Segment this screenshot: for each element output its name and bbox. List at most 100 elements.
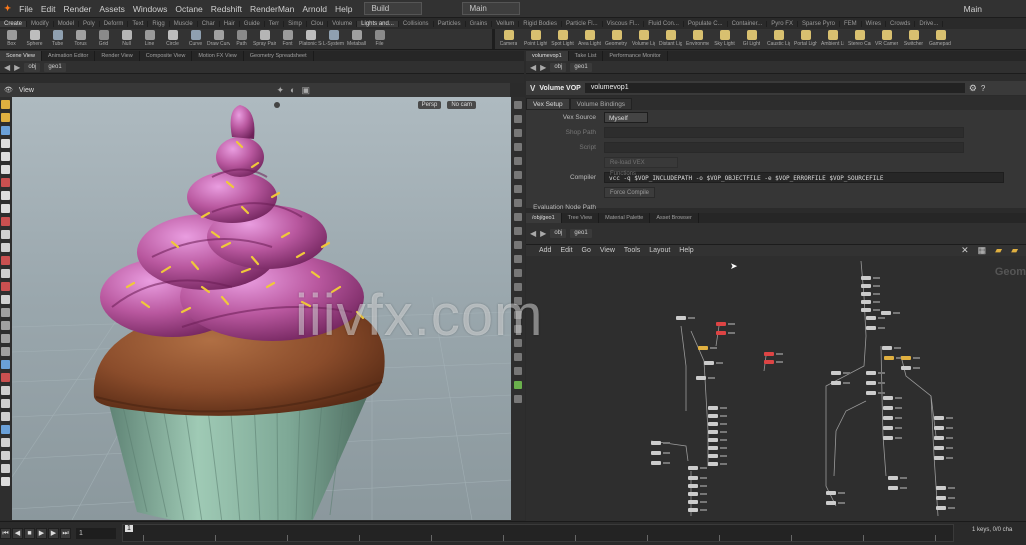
- menu-redshift[interactable]: Redshift: [207, 4, 246, 14]
- network-node[interactable]: [901, 356, 911, 360]
- viewport-tool-icon-25[interactable]: [1, 425, 10, 434]
- network-node[interactable]: [883, 426, 893, 430]
- shelf-tool-9[interactable]: Draw Curve: [207, 29, 230, 49]
- viewport-tool-icon-7[interactable]: [1, 191, 10, 200]
- path-obj[interactable]: obj: [24, 62, 41, 72]
- network-node[interactable]: [688, 500, 698, 504]
- left-tab-0[interactable]: Scene View: [0, 51, 42, 61]
- shelf-tab-16[interactable]: Collisions: [399, 20, 434, 27]
- shelf-tab-30[interactable]: Crowds: [886, 20, 916, 27]
- forward-arrow-icon[interactable]: ▶: [14, 63, 20, 72]
- network-node[interactable]: [708, 430, 718, 434]
- light-tool-2[interactable]: Spot Light: [549, 29, 576, 49]
- shelf-tool-14[interactable]: L-System: [322, 29, 345, 49]
- light-tool-12[interactable]: Ambient Light: [819, 29, 846, 49]
- network-node[interactable]: [651, 441, 661, 445]
- shelf-tool-10[interactable]: Path: [230, 29, 253, 49]
- viewport-tool-icon-18[interactable]: [1, 334, 10, 343]
- viewport-tool-icon-27[interactable]: [1, 451, 10, 460]
- network-node[interactable]: [688, 508, 698, 512]
- shelf-tool-2[interactable]: Tube: [46, 29, 69, 49]
- viewport-tool-icon-10[interactable]: [1, 230, 10, 239]
- menu-renderman[interactable]: RenderMan: [246, 4, 298, 14]
- network-node[interactable]: [696, 376, 706, 380]
- display-option-icon-3[interactable]: [514, 143, 522, 151]
- viewport-tool-icon-13[interactable]: [1, 269, 10, 278]
- light-tool-3[interactable]: Area Light: [576, 29, 603, 49]
- network-node[interactable]: [826, 501, 836, 505]
- light-tool-6[interactable]: Distant Light: [657, 29, 684, 49]
- shelf-tool-0[interactable]: Box: [0, 29, 23, 49]
- network-editor[interactable]: Geom ➤: [526, 256, 1026, 521]
- grid-icon[interactable]: ▦: [978, 245, 987, 256]
- network-node[interactable]: [888, 476, 898, 480]
- viewport-tool-icon-15[interactable]: [1, 295, 10, 304]
- display-option-icon-6[interactable]: [514, 185, 522, 193]
- current-frame-field[interactable]: 1: [76, 528, 116, 539]
- viewport-tool-icon-23[interactable]: [1, 399, 10, 408]
- shelf-tool-3[interactable]: Torus: [69, 29, 92, 49]
- viewport-tool-icon-20[interactable]: [1, 360, 10, 369]
- light-tool-4[interactable]: Geometry Light: [603, 29, 630, 49]
- back-arrow-icon[interactable]: ◀: [4, 63, 10, 72]
- network-node[interactable]: [688, 484, 698, 488]
- step-back-icon[interactable]: ◀: [12, 528, 23, 539]
- viewport-tool-icon-11[interactable]: [1, 243, 10, 252]
- context-selector[interactable]: Main: [462, 2, 521, 15]
- display-option-icon-13[interactable]: [514, 283, 522, 291]
- left-tab-4[interactable]: Motion FX View: [192, 51, 244, 61]
- path-geo1[interactable]: geo1: [44, 62, 66, 72]
- shelf-tab-18[interactable]: Grains: [466, 20, 493, 27]
- display-option-icon-4[interactable]: [514, 157, 522, 165]
- viewport-tool-icon-5[interactable]: [1, 165, 10, 174]
- light-tool-16[interactable]: Gamepad Camera: [927, 29, 954, 49]
- shelf-tool-5[interactable]: Null: [115, 29, 138, 49]
- display-option-icon-11[interactable]: [514, 255, 522, 263]
- network-node[interactable]: [716, 331, 726, 335]
- viewport-tool-icon-0[interactable]: [1, 100, 10, 109]
- viewport-tool-icon-17[interactable]: [1, 321, 10, 330]
- display-option-icon-8[interactable]: [514, 213, 522, 221]
- network-node[interactable]: [861, 308, 871, 312]
- shelf-tool-16[interactable]: File: [368, 29, 391, 49]
- display-option-icon-9[interactable]: [514, 227, 522, 235]
- network-node[interactable]: [883, 396, 893, 400]
- display-option-icon-10[interactable]: [514, 241, 522, 249]
- shelf-tab-17[interactable]: Particles: [434, 20, 466, 27]
- shelf-tab-2[interactable]: Model: [54, 20, 80, 27]
- display-option-icon-5[interactable]: [514, 171, 522, 179]
- display-option-icon-18[interactable]: [514, 353, 522, 361]
- network-node[interactable]: [884, 356, 894, 360]
- viewport-tool-icon-21[interactable]: [1, 373, 10, 382]
- forward-arrow-icon[interactable]: ▶: [540, 229, 546, 238]
- shelf-tab-5[interactable]: Text: [128, 20, 149, 27]
- network-node[interactable]: [866, 326, 876, 330]
- shelf-tab-13[interactable]: Clou: [307, 20, 329, 27]
- path-obj[interactable]: obj: [550, 62, 567, 72]
- path-geo1[interactable]: geo1: [570, 62, 592, 72]
- network-node[interactable]: [688, 492, 698, 496]
- network-node[interactable]: [704, 361, 714, 365]
- net-menu-edit[interactable]: Edit: [560, 247, 572, 254]
- network-node[interactable]: [651, 451, 661, 455]
- shelf-tab-10[interactable]: Guide: [240, 20, 265, 27]
- param-pane-tab-0[interactable]: volumevop1: [526, 51, 569, 61]
- light-tool-14[interactable]: VR Camera: [873, 29, 900, 49]
- display-option-icon-17[interactable]: [514, 339, 522, 347]
- tab-vex-setup[interactable]: Vex Setup: [526, 98, 570, 110]
- network-node[interactable]: [708, 454, 718, 458]
- display-option-icon-2[interactable]: [514, 129, 522, 137]
- network-node[interactable]: [708, 422, 718, 426]
- network-node[interactable]: [866, 371, 876, 375]
- network-node[interactable]: [716, 322, 726, 326]
- net-menu-view[interactable]: View: [600, 247, 615, 254]
- light-tool-1[interactable]: Point Light: [522, 29, 549, 49]
- network-node[interactable]: [934, 446, 944, 450]
- network-node[interactable]: [764, 352, 774, 356]
- network-pane-tab-3[interactable]: Asset Browser: [650, 213, 699, 223]
- network-node[interactable]: [934, 456, 944, 460]
- shelf-tab-1[interactable]: Modify: [27, 20, 54, 27]
- gear-icon[interactable]: ⚙: [969, 83, 977, 94]
- shelf-tool-4[interactable]: Grid: [92, 29, 115, 49]
- network-node[interactable]: [698, 346, 708, 350]
